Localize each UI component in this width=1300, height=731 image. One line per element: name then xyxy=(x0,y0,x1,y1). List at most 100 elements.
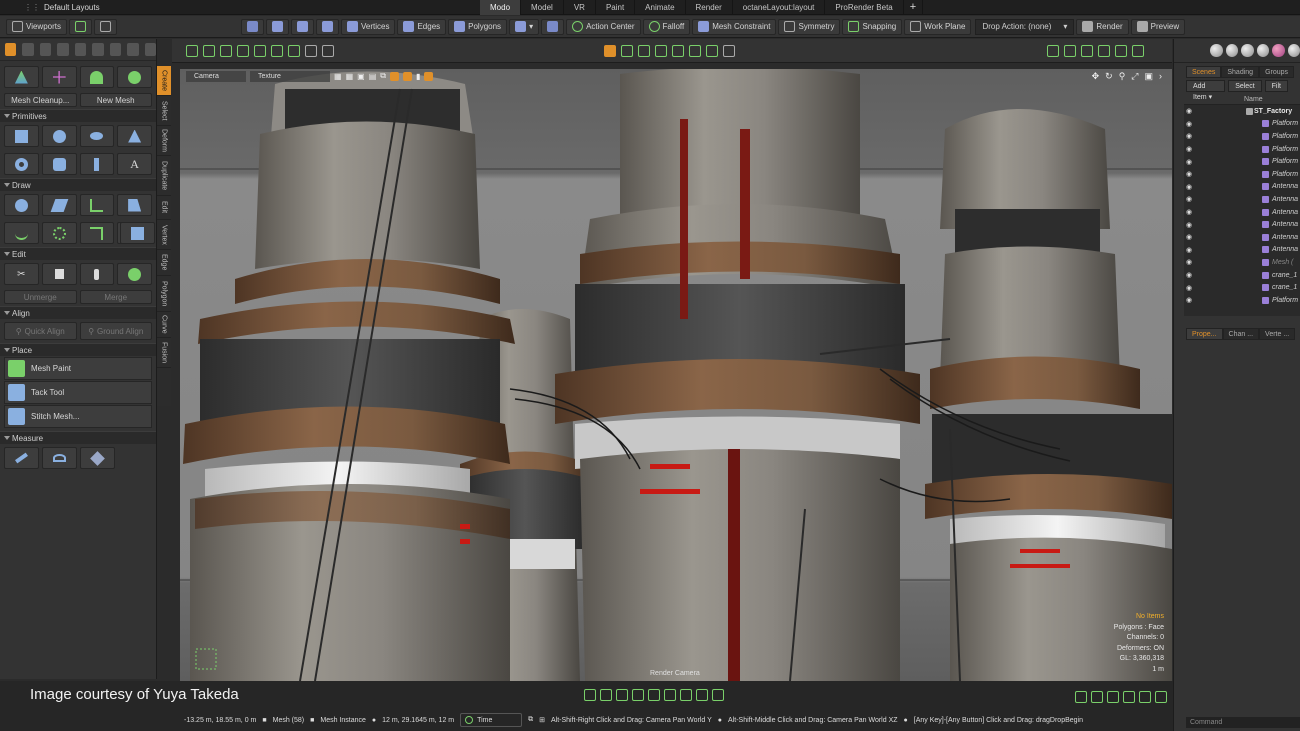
locator-icon[interactable] xyxy=(600,689,612,701)
visibility-eye-icon[interactable]: ◉ xyxy=(1184,258,1194,266)
align-icon[interactable] xyxy=(638,44,650,57)
tab-properties[interactable]: Prope... xyxy=(1186,328,1223,340)
create-light-button[interactable] xyxy=(79,66,115,88)
layers-icon[interactable] xyxy=(1091,691,1103,703)
layout-icon[interactable] xyxy=(1075,691,1087,703)
list-item[interactable]: ◉ Antenna xyxy=(1184,193,1300,206)
render-button[interactable]: Render xyxy=(1076,18,1129,35)
3d-viewport[interactable]: Camera Texture ▦ ▦ ▣ ▤ ⧉ ▮ ✥ ↻ ⚲ ⤢ ▣ › R… xyxy=(180,69,1172,681)
visibility-eye-icon[interactable]: ◉ xyxy=(1184,145,1194,153)
section-align[interactable]: Align xyxy=(0,306,156,319)
symmetry-button[interactable]: Symmetry xyxy=(778,18,841,35)
tab-channels[interactable]: Chan ... xyxy=(1222,328,1260,340)
tab-scenes[interactable]: Scenes xyxy=(1186,66,1222,78)
add-icon[interactable] xyxy=(1155,691,1167,703)
visibility-eye-icon[interactable]: ◉ xyxy=(1184,107,1194,115)
frame-icon[interactable] xyxy=(712,689,724,701)
hierarchy-icon[interactable] xyxy=(616,689,628,701)
tube-primitive-button[interactable] xyxy=(79,153,115,175)
ruler-tool-button[interactable] xyxy=(4,447,39,469)
polygon-pen-button[interactable] xyxy=(79,194,115,216)
capsule-primitive-button[interactable] xyxy=(79,125,115,147)
cube-icon[interactable] xyxy=(1107,691,1119,703)
camera-icon[interactable] xyxy=(632,689,644,701)
stack-icon[interactable] xyxy=(1139,691,1151,703)
visibility-eye-icon[interactable]: ◉ xyxy=(1184,132,1194,140)
add-item-button[interactable]: Add Item ▾ xyxy=(1186,80,1226,101)
copy-button[interactable] xyxy=(41,263,77,285)
tab-groups[interactable]: Groups xyxy=(1259,66,1295,78)
tab-animate[interactable]: Animate xyxy=(635,0,686,15)
shading-mode-field[interactable]: Texture xyxy=(250,70,330,82)
light-toggle-icon[interactable] xyxy=(389,71,399,81)
action-center-label-button[interactable]: Action Center xyxy=(566,18,641,35)
sphere-primitive-button[interactable] xyxy=(41,125,77,147)
cube-icon[interactable] xyxy=(1081,44,1093,57)
maximize-view-icon[interactable]: ▣ xyxy=(1144,71,1153,82)
tab-render[interactable]: Render xyxy=(686,0,733,15)
mesh-cleanup-button[interactable]: Mesh Cleanup... xyxy=(4,93,77,107)
list-item[interactable]: ◉ Platform xyxy=(1184,294,1300,307)
instance-button[interactable] xyxy=(117,263,152,285)
section-primitives[interactable]: Primitives xyxy=(0,109,156,122)
fit-view-icon[interactable]: ⤢ xyxy=(1131,71,1138,82)
contour-tool-button[interactable] xyxy=(117,194,152,216)
material-ball-icon[interactable] xyxy=(1241,44,1254,57)
visibility-eye-icon[interactable]: ◉ xyxy=(1184,246,1194,254)
select-items-button[interactable] xyxy=(240,18,264,35)
locator-icon[interactable] xyxy=(203,44,215,57)
unmerge-button[interactable]: Unmerge xyxy=(4,290,77,304)
create-camera-button[interactable] xyxy=(117,66,152,88)
mesh-item-icon[interactable] xyxy=(584,689,596,701)
frame-icon[interactable] xyxy=(305,44,317,57)
material-ball-icon[interactable] xyxy=(1256,44,1269,57)
tab-model[interactable]: Model xyxy=(521,0,564,15)
filter-icon[interactable] xyxy=(604,44,616,57)
mesh-constraint-button[interactable]: Mesh Constraint xyxy=(692,18,777,35)
tab-octane-layout[interactable]: octaneLayout:layout xyxy=(733,0,826,15)
refresh-icon[interactable] xyxy=(144,43,156,56)
hierarchy-icon[interactable] xyxy=(220,44,232,57)
visibility-eye-icon[interactable]: ◉ xyxy=(1184,170,1194,178)
rotate-view-icon[interactable]: ↻ xyxy=(1105,71,1113,82)
cut-button[interactable]: ✂ xyxy=(4,263,39,285)
visibility-eye-icon[interactable]: ◉ xyxy=(1184,233,1194,241)
tab-prorender-beta[interactable]: ProRender Beta xyxy=(825,0,904,15)
vtab-vertex[interactable]: Vertex xyxy=(157,220,171,250)
camera-icon[interactable] xyxy=(689,44,701,57)
curve-tool-button[interactable] xyxy=(4,222,39,244)
bezier-tool-button[interactable] xyxy=(41,222,77,244)
list-item[interactable]: ◉ Antenna xyxy=(1184,244,1300,257)
list-item[interactable]: ◉ ST_Factory xyxy=(1184,105,1300,118)
select-material-button[interactable] xyxy=(290,18,314,35)
visibility-eye-icon[interactable]: ◉ xyxy=(1184,296,1194,304)
zoom-icon[interactable] xyxy=(127,43,139,56)
selection-type-dropdown[interactable]: ▾ xyxy=(509,18,540,35)
camera-view-field[interactable]: Camera xyxy=(186,70,246,82)
layers-icon[interactable]: ▤ xyxy=(369,72,377,81)
edges-button[interactable]: Edges xyxy=(397,18,447,35)
add-tab-button[interactable]: + xyxy=(904,0,924,15)
filter-button[interactable]: Filt xyxy=(1264,80,1288,92)
vtab-edge[interactable]: Edge xyxy=(157,250,171,276)
stack-icon[interactable] xyxy=(1115,44,1127,57)
section-place[interactable]: Place xyxy=(0,343,156,356)
copy-view-icon[interactable]: ⧉ xyxy=(380,71,386,81)
tab-vertex-map[interactable]: Verte ... xyxy=(1259,328,1296,340)
visibility-eye-icon[interactable]: ◉ xyxy=(1184,158,1194,166)
zoom-fit-icon[interactable] xyxy=(322,44,334,57)
pen-tool-button[interactable] xyxy=(4,194,39,216)
ring-icon[interactable] xyxy=(706,44,718,57)
selection-set-icon[interactable] xyxy=(271,44,283,57)
visibility-eye-icon[interactable]: ◉ xyxy=(1184,271,1194,279)
move-icon[interactable] xyxy=(22,43,34,56)
loop-icon[interactable] xyxy=(648,689,660,701)
graph-icon[interactable]: ⊞ xyxy=(539,716,545,724)
falloff-button[interactable]: Falloff xyxy=(642,18,691,35)
list-item[interactable]: ◉ Antenna xyxy=(1184,181,1300,194)
layout-toggle-button[interactable] xyxy=(68,18,92,35)
work-plane-button[interactable]: Work Plane xyxy=(904,18,972,35)
visibility-eye-icon[interactable]: ◉ xyxy=(1184,183,1194,191)
layout-icon[interactable] xyxy=(1047,44,1059,57)
command-input[interactable]: Command xyxy=(1186,717,1300,728)
